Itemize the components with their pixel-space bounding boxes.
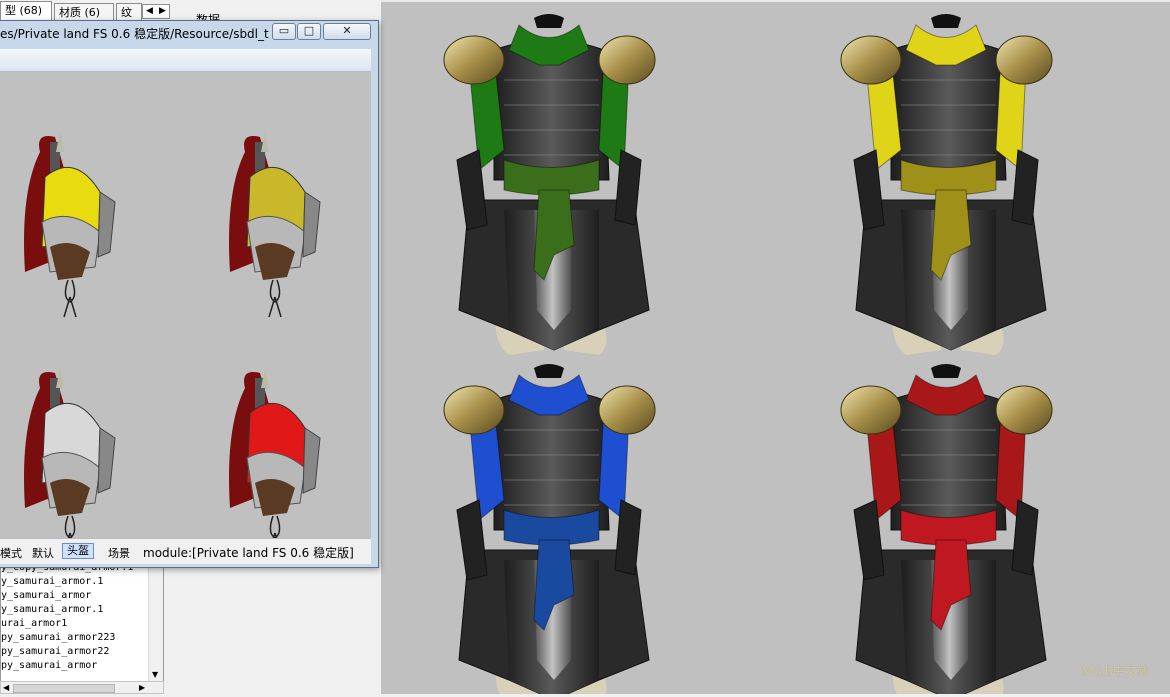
list-item[interactable]: y_samurai_armor.1 — [1, 575, 163, 589]
helmet-model — [228, 367, 321, 554]
armor-model — [443, 363, 656, 697]
list-item[interactable]: y_samurai_armor — [1, 589, 163, 603]
tab-materials[interactable]: 材质 (6) — [54, 3, 114, 20]
armor-3d-viewport[interactable]: M&B中文站 — [381, 2, 1170, 697]
list-item[interactable]: py_samurai_armor — [1, 659, 163, 673]
helmet-yellow — [23, 131, 116, 318]
scroll-down-arrow-icon[interactable]: ▼ — [152, 670, 158, 679]
scroll-right-arrow-icon[interactable]: ▶ — [139, 682, 145, 693]
helmet-model — [23, 367, 116, 554]
mode-default-button[interactable]: 默认 — [32, 545, 54, 561]
tab-scroll-left-icon[interactable]: ◀ — [143, 5, 156, 18]
helmet-red — [228, 367, 321, 554]
window-statusbar: 模式 默认 头盔 场景 module:[Private land FS 0.6 … — [0, 538, 371, 564]
armor-yellow — [840, 13, 1053, 356]
armor-preview-canvas — [443, 13, 1053, 697]
helmet-silver — [23, 367, 116, 554]
armor-model — [443, 13, 656, 356]
tab-strip: 型 (68) 材质 (6) 纹 ◀ ▶ — [0, 0, 172, 21]
tab-textures[interactable]: 纹 — [116, 3, 142, 20]
tab-scroll-arrows: ◀ ▶ — [142, 4, 170, 19]
list-item[interactable]: urai_armor1 — [1, 617, 163, 631]
minimize-button[interactable]: ▭ — [272, 23, 296, 40]
window-toolbar — [0, 49, 371, 72]
armor-model — [840, 13, 1053, 356]
list-item[interactable]: y_samurai_armor.1 — [1, 603, 163, 617]
armor-green — [443, 13, 656, 356]
mode-label: 模式 — [0, 547, 22, 560]
helmet-model — [228, 131, 321, 318]
tab-models[interactable]: 型 (68) — [0, 1, 52, 21]
armor-red — [840, 363, 1053, 697]
close-button[interactable]: ✕ — [323, 23, 371, 40]
list-vertical-scrollbar[interactable]: ▼ — [148, 561, 163, 681]
list-item[interactable]: py_samurai_armor22 — [1, 645, 163, 659]
item-list[interactable]: y_copy_samurai_armor.1 y_samurai_armor.1… — [0, 560, 164, 682]
scroll-left-arrow-icon[interactable]: ◀ — [3, 682, 9, 693]
helmet-gold-black — [228, 131, 321, 318]
armor-model — [840, 363, 1053, 697]
helmet-3d-viewport[interactable] — [0, 72, 371, 558]
scrollbar-thumb[interactable] — [13, 684, 115, 693]
mode-scene-button[interactable]: 场景 — [108, 545, 130, 561]
armor-blue — [443, 363, 656, 697]
list-item[interactable]: py_samurai_armor223 — [1, 631, 163, 645]
watermark-logo: M&B中文站 — [1081, 664, 1149, 678]
mode-helmet-button[interactable]: 头盔 — [62, 543, 94, 559]
maximize-button[interactable]: □ — [297, 23, 321, 40]
window-title: es/Private land FS 0.6 稳定版/Resource/sbdl… — [0, 27, 270, 41]
list-horizontal-scrollbar[interactable]: ◀ ▶ — [0, 681, 164, 694]
helmet-preview-canvas — [23, 131, 321, 554]
module-status-text: module:[Private land FS 0.6 稳定版] — [143, 546, 354, 560]
tab-scroll-right-icon[interactable]: ▶ — [156, 5, 169, 18]
helmet-model — [23, 131, 116, 318]
preview-window[interactable]: es/Private land FS 0.6 稳定版/Resource/sbdl… — [0, 20, 379, 568]
